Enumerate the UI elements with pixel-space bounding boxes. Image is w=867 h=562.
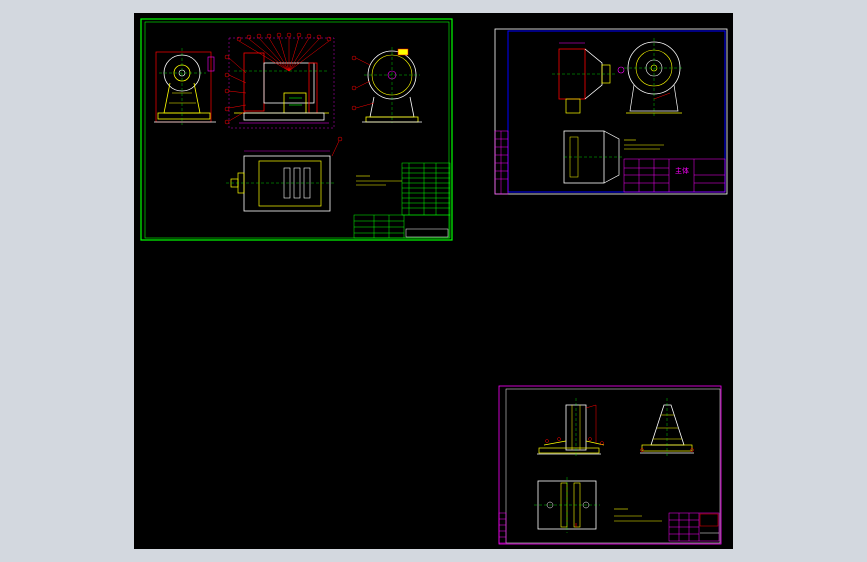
part-technical-notes — [624, 139, 664, 150]
part-front-view — [617, 38, 684, 118]
base-technical-notes — [614, 508, 662, 522]
sheet-assembly[interactable] — [140, 18, 453, 241]
assembly-end-view — [351, 47, 422, 123]
part-side-view — [552, 42, 616, 114]
part-revision-column — [494, 130, 509, 195]
assembly-front-section — [224, 32, 335, 129]
base-front-view — [537, 398, 605, 458]
part-title-block — [623, 158, 726, 193]
assembly-side-view — [154, 48, 216, 125]
base-revision-column — [498, 512, 507, 544]
assembly-top-view — [226, 136, 343, 212]
base-title-block — [668, 512, 720, 542]
sheet-part-detail[interactable]: 主体 — [494, 28, 728, 195]
cad-drawing-canvas[interactable]: 主体 — [134, 13, 733, 549]
drawing-svg: 主体 — [140, 18, 728, 545]
assembly-technical-notes — [356, 175, 402, 186]
base-top-view — [534, 477, 600, 533]
sheet-part-detail-outer-border — [494, 28, 728, 195]
base-side-view — [640, 398, 694, 458]
sheet-part-detail-inner-border — [507, 30, 726, 193]
part-title-text: 主体 — [675, 166, 689, 175]
sheet-base-detail[interactable] — [498, 385, 722, 545]
part-top-view — [563, 130, 622, 184]
sheet-base-detail-outer-border — [498, 385, 722, 545]
assembly-parts-list — [353, 162, 451, 239]
